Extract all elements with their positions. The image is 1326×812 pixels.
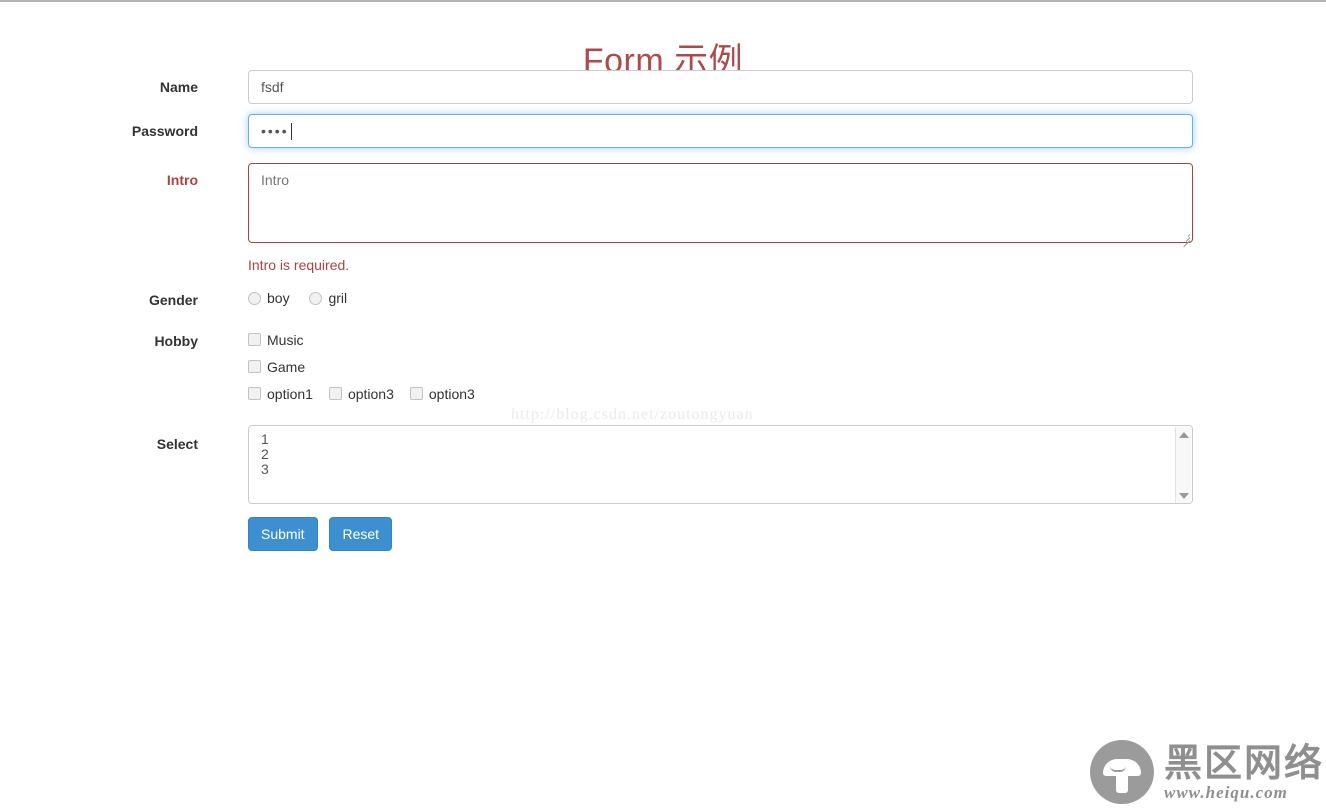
scroll-down-arrow-icon[interactable]	[1178, 493, 1189, 499]
checkbox-icon[interactable]	[328, 387, 342, 400]
gender-radio-gril[interactable]: gril	[309, 288, 347, 308]
form-actions: Submit Reset	[248, 517, 400, 551]
hobby-checkbox-option2[interactable]: option3	[328, 384, 394, 404]
form-row-password: Password ••••	[0, 114, 1326, 163]
intro-error-message: Intro is required.	[248, 257, 350, 273]
gender-label: Gender	[148, 292, 198, 308]
intro-field-wrap: Intro is required.	[248, 163, 1193, 275]
mushroom-stem-shape	[1116, 773, 1128, 793]
checkbox-icon[interactable]	[248, 360, 261, 373]
name-field-wrap	[248, 70, 1193, 104]
password-label: Password	[131, 123, 198, 139]
select-listbox[interactable]: 1 2 3	[248, 425, 1193, 504]
name-label: Name	[159, 79, 198, 95]
page-top-divider	[0, 0, 1326, 2]
hobby-checkbox-music[interactable]: Music	[248, 326, 491, 353]
select-label: Select	[156, 436, 198, 452]
hobby-checkbox-option1-label: option1	[267, 385, 313, 402]
watermark-brand-url: www.heiqu.com	[1164, 783, 1288, 802]
text-caret	[290, 122, 292, 140]
name-input[interactable]	[248, 70, 1193, 104]
form-row-name: Name	[0, 70, 1326, 114]
radio-icon[interactable]	[309, 291, 323, 305]
intro-textarea[interactable]	[248, 163, 1193, 243]
form-row-intro: Intro Intro is required.	[0, 163, 1326, 288]
gender-radio-boy-label: boy	[267, 290, 290, 306]
mushroom-icon	[1090, 740, 1154, 804]
form-row-select: Select 1 2 3	[0, 425, 1326, 517]
hobby-checkbox-option1[interactable]: option1	[248, 384, 313, 404]
example-form: Name Password •••• Intro Intro is requir…	[0, 70, 1326, 557]
password-input[interactable]: ••••	[248, 114, 1193, 148]
reset-button[interactable]: Reset	[329, 517, 393, 551]
select-option-1[interactable]: 1	[249, 432, 1192, 447]
checkbox-icon[interactable]	[248, 333, 261, 346]
intro-textarea-wrap	[248, 163, 1193, 248]
form-row-actions: Submit Reset	[0, 517, 1326, 557]
watermark-text-block: 黑区网络 www.heiqu.com	[1164, 742, 1324, 802]
hobby-checkbox-option2-label: option3	[347, 385, 394, 402]
select-scrollbar[interactable]	[1175, 427, 1191, 503]
hobby-checkbox-option3[interactable]: option3	[409, 384, 475, 404]
submit-button[interactable]: Submit	[248, 517, 318, 551]
watermark-url: http://blog.csdn.net/zoutongyuan	[511, 406, 754, 423]
hobby-label: Hobby	[154, 333, 198, 349]
watermark-brand-cn: 黑区网络	[1164, 741, 1325, 785]
site-watermark-logo: 黑区网络 www.heiqu.com	[1090, 740, 1324, 804]
form-row-gender: Gender boy gril	[0, 288, 1326, 330]
hobby-checkbox-music-label: Music	[267, 331, 304, 348]
select-option-2[interactable]: 2	[249, 447, 1192, 462]
select-field-wrap: 1 2 3	[248, 425, 1193, 504]
checkbox-icon[interactable]	[248, 387, 261, 400]
select-option-3[interactable]: 3	[249, 462, 1192, 477]
hobby-checkbox-option3-label: option3	[428, 385, 475, 402]
gender-options: boy gril	[248, 288, 363, 308]
scroll-up-arrow-icon[interactable]	[1178, 432, 1189, 438]
hobby-inline-options: option1 option3 option3	[248, 380, 491, 407]
password-masked-value: ••••	[261, 123, 289, 139]
checkbox-icon[interactable]	[409, 387, 423, 400]
password-field-wrap: ••••	[248, 114, 1193, 148]
hobby-options: Music Game option1 option3 option3	[248, 326, 491, 407]
radio-icon[interactable]	[248, 291, 261, 305]
intro-label: Intro	[166, 172, 198, 188]
gender-radio-gril-label: gril	[328, 290, 348, 306]
hobby-checkbox-game-label: Game	[267, 358, 306, 375]
gender-radio-boy[interactable]: boy	[248, 288, 290, 308]
hobby-checkbox-game[interactable]: Game	[248, 353, 491, 380]
